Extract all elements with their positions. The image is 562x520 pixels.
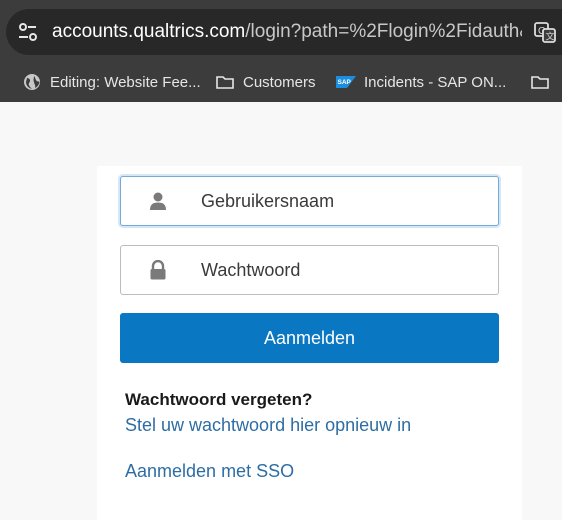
sso-login-link[interactable]: Aanmelden met SSO [125,461,294,482]
bookmark-label: Editing: Website Fee... [50,73,201,91]
svg-text:SAP: SAP [338,79,352,86]
bookmark-label: Incidents - SAP ON... [364,73,507,91]
login-button[interactable]: Aanmelden [120,313,499,363]
username-field[interactable] [120,176,499,226]
password-input[interactable] [201,246,491,294]
username-input[interactable] [201,177,491,225]
browser-toolbar: accounts.qualtrics.com/login?path=%2Flog… [0,0,562,62]
url-path: /login?path=%2Flogin%2Fidauth&c... [245,21,522,42]
bookmark-customers[interactable]: Customers [215,62,316,102]
folder-icon [530,72,550,92]
url-text[interactable]: accounts.qualtrics.com/login?path=%2Flog… [52,20,522,44]
lock-icon [148,259,168,280]
site-info-icon[interactable] [14,18,42,46]
password-field[interactable] [120,245,499,295]
user-icon [148,191,168,211]
bookmark-label: Customers [243,73,316,91]
forgot-password-heading: Wachtwoord vergeten? [125,390,313,409]
bookmark-incidents-sap[interactable]: SAP Incidents - SAP ON... [336,62,506,102]
folder-icon [215,72,235,92]
page-content: Aanmelden Wachtwoord vergeten? Stel uw w… [0,102,562,520]
sap-logo-icon: SAP [336,72,356,92]
bookmark-folder[interactable] [530,62,558,102]
reset-password-link[interactable]: Stel uw wachtwoord hier opnieuw in [125,415,411,436]
svg-text:文: 文 [546,31,555,42]
bookmarks-bar: Editing: Website Fee... Customers SAP In… [0,62,562,102]
url-host: accounts.qualtrics.com [52,21,246,42]
login-card: Aanmelden Wachtwoord vergeten? Stel uw w… [97,166,522,520]
translate-icon[interactable]: G 文 [533,20,557,44]
globe-icon [22,72,42,92]
bookmark-editing-website-feedback[interactable]: Editing: Website Fee... [22,62,201,102]
